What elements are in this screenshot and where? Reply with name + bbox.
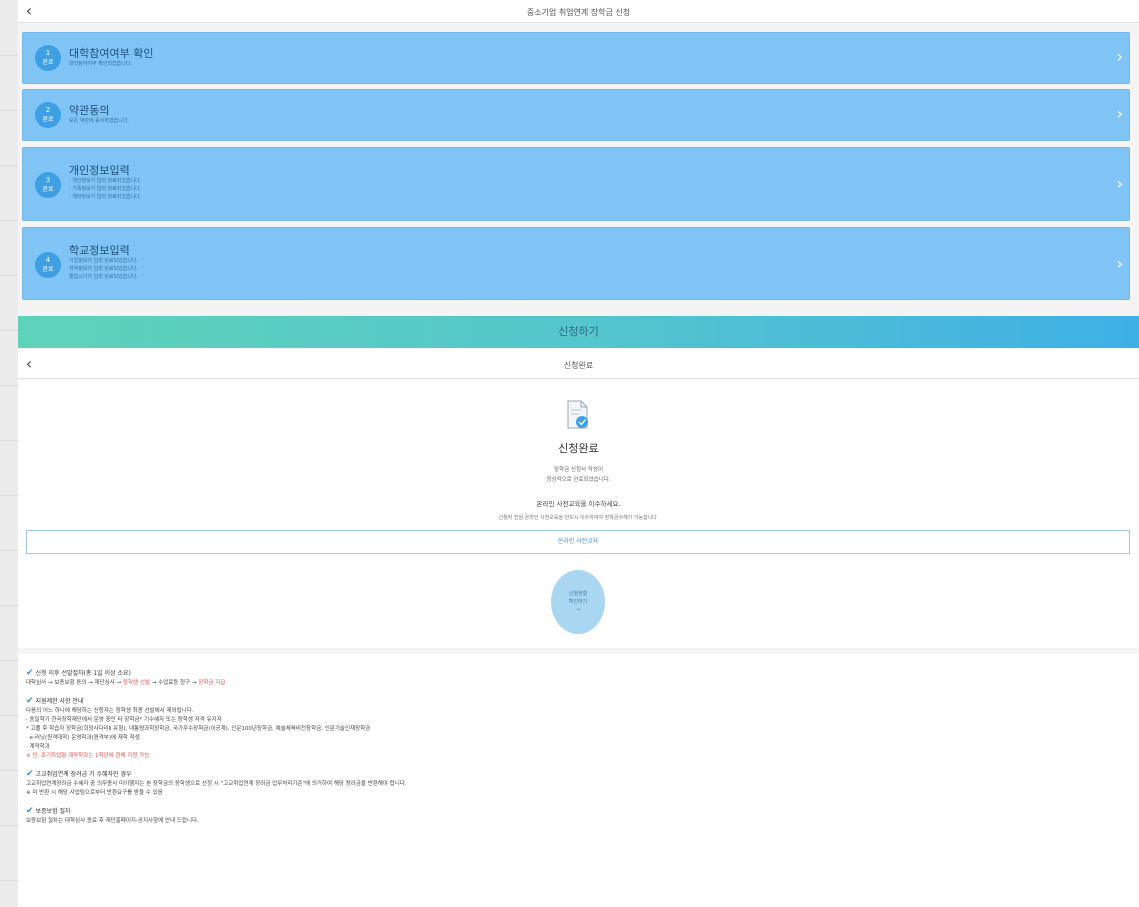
step-subtext: · 개인정보가 입력 완료되었습니다. (69, 178, 142, 184)
step-subtext: 졸업시기가 입력 완료되었습니다. (69, 274, 139, 280)
notice-line: * 고졸 후 학습자 장학금(희망사다리Ⅱ 유형), 대통령과학장학금, 국가우… (26, 726, 371, 732)
notice-line: · 동일학기 한국장학재단에서 운영 중인 타 장학금* 기수혜자 또는 장학생… (26, 717, 222, 723)
completion-desc-1: 장학금 신청서 작성이 (553, 467, 604, 473)
notice-panel: ✔ 신청 이후 선발절차(총 1일 이상 소요) 대학심사 → 보증보험 동의 →… (18, 654, 1139, 907)
chevron-right-icon: › (1116, 174, 1123, 193)
gutter-line (0, 770, 18, 771)
apply-button[interactable]: 신청하기 (18, 316, 1139, 348)
step-title: 개인정보입력 (69, 164, 130, 177)
step-subtext: 모든 약관에 동의하였습니다. (69, 118, 129, 124)
notice-section-restrictions: ✔ 지원제한 사항 안내 다음의 어느 하나에 해당하는 신청자는 장학생 최종 … (26, 696, 1131, 761)
notice-heading: ✔ 고교취업연계 장려금 기 수혜자인 경우 (26, 769, 1131, 780)
step-check-icon: 4 완료 (35, 252, 61, 278)
chevron-right-icon: › (1116, 254, 1123, 273)
notice-heading: ✔ 지원제한 사항 안내 (26, 696, 1131, 707)
process-highlight: 장학생 선발 (122, 680, 150, 686)
process-text: 대학심사 → 보증보험 동의 → 재단심사 → (26, 680, 123, 686)
step-badge: 완료 (42, 186, 54, 193)
step-card-university-check[interactable]: 1 완료 대학참여여부 확인 대학참여여부 확인되었습니다. › (22, 32, 1130, 84)
step-number: 3 (45, 176, 51, 184)
arrow-right-icon: → (575, 607, 581, 613)
notice-heading-text: 보증보험 절차 (35, 808, 71, 815)
edu-notice-sub: 신청자 전원 온라인 사전교육을 반드시 이수하여야 장학금수혜가 가능합니다. (498, 515, 659, 521)
gutter-line (0, 275, 18, 276)
notice-line: 다음의 어느 하나에 해당하는 신청자는 장학생 최종 선발에서 제외됩니다. (26, 708, 194, 714)
notice-line: 보증보험 절차는 대학심사 종료 후 재단홈페이지-공지사항에 안내 드립니다. (26, 818, 199, 824)
step-badge: 완료 (42, 59, 54, 66)
notice-line: · e-러닝(원격대학) 운영학과(원격부)에 재학 학생 (26, 735, 140, 741)
notice-heading-text: 지원제한 사항 안내 (35, 698, 84, 705)
step-number: 2 (45, 106, 51, 114)
completion-header-title: 신청완료 (563, 361, 594, 370)
step-check-icon: 3 완료 (35, 172, 61, 198)
step-number: 1 (45, 49, 51, 57)
step-badge: 완료 (42, 266, 54, 273)
step-subtext: 학적정보가 입력 완료되었습니다. (69, 266, 139, 272)
page-title: 중소기업 취업연계 장학금 신청 (526, 8, 631, 17)
notice-line: ※ 미 반환 시 해당 사업팀으로부터 반환요구를 받을 수 있음 (26, 790, 163, 796)
top-header: ‹ 중소기업 취업연계 장학금 신청 (18, 0, 1139, 23)
process-text: → 수업료등 청구 → (149, 680, 199, 686)
notice-line-highlight: ※ 단, 조기취업형 계약학과는 1학년에 한해 지원 가능 (26, 753, 150, 759)
step-subtext: 대학참여여부 확인되었습니다. (69, 61, 132, 67)
gutter-line (0, 880, 18, 881)
notice-heading: ✔ 보증보험 절차 (26, 806, 1131, 817)
completion-desc-2: 정상적으로 완료되었습니다. (546, 477, 611, 483)
checkmark-icon: ✔ (26, 696, 34, 706)
notice-heading-text: 신청 이후 선발절차(총 1일 이상 소요) (35, 670, 131, 677)
step-card-personal-info[interactable]: 3 완료 개인정보입력 · 개인정보가 입력 완료되었습니다. · 가족정보가 … (22, 147, 1130, 221)
step-subtext: · 계좌정보가 입력 완료되었습니다. (69, 194, 142, 200)
notice-section-highschool: ✔ 고교취업연계 장려금 기 수혜자인 경우 고교취업연계장려금 수혜자 중 의무… (26, 769, 1131, 798)
gutter-line (0, 110, 18, 111)
step-subtext: · 가족정보가 입력 완료되었습니다. (69, 186, 142, 192)
step-title: 학교정보입력 (69, 244, 130, 257)
checkmark-icon: ✔ (26, 668, 34, 678)
gutter-line (0, 495, 18, 496)
notice-section-insurance: ✔ 보증보험 절차 보증보험 절차는 대학심사 종료 후 재단홈페이지-공지사항에… (26, 806, 1131, 826)
checkmark-icon: ✔ (26, 806, 34, 816)
step-subtext: 기업정보가 입력 완료되었습니다. (69, 258, 139, 264)
gutter-line (0, 825, 18, 826)
check-status-label-1: 신청현황 (568, 591, 588, 597)
gutter-line (0, 330, 18, 331)
step-check-icon: 1 완료 (35, 45, 61, 71)
notice-line: · 계약학과 (26, 744, 50, 750)
gutter-line (0, 220, 18, 221)
notice-section-process: ✔ 신청 이후 선발절차(총 1일 이상 소요) 대학심사 → 보증보험 동의 →… (26, 668, 1131, 688)
chevron-right-icon: › (1116, 47, 1123, 66)
gutter-line (0, 550, 18, 551)
completion-panel: 신청완료 장학금 신청서 작성이 정상적으로 완료되었습니다. 온라인 사전교육… (18, 380, 1139, 648)
notice-heading-text: 고교취업연계 장려금 기 수혜자인 경우 (35, 771, 132, 778)
check-status-label-2: 확인하기 (568, 599, 588, 605)
check-status-button[interactable]: 신청현황 확인하기 → (551, 570, 605, 634)
checkmark-icon: ✔ (26, 769, 34, 779)
notice-line: 고교취업연계장려금 수혜자 중 의무종사 미이행자는 본 장학금의 장학생으로 … (26, 781, 407, 787)
app-frame: ‹ 중소기업 취업연계 장학금 신청 1 완료 대학참여여부 확인 대학참여여부… (18, 0, 1139, 907)
gutter-line (0, 165, 18, 166)
step-badge: 완료 (42, 116, 54, 123)
step-title: 약관동의 (69, 104, 110, 117)
edu-notice: 온라인 사전교육을 이수하세요. (536, 500, 621, 508)
completion-header: ‹ 신청완료 (18, 349, 1139, 379)
document-check-icon (567, 400, 588, 429)
gutter-line (0, 660, 18, 661)
step-title: 대학참여여부 확인 (69, 47, 154, 60)
process-line: 대학심사 → 보증보험 동의 → 재단심사 → 장학생 선발 → 수업료등 청구… (26, 679, 1131, 688)
process-highlight: 장학금 지급 (198, 680, 226, 686)
gutter-line (0, 385, 18, 386)
notice-heading: ✔ 신청 이후 선발절차(총 1일 이상 소요) (26, 668, 1131, 679)
gutter-line (0, 55, 18, 56)
step-card-terms[interactable]: 2 완료 약관동의 모든 약관에 동의하였습니다. › (22, 89, 1130, 141)
step-number: 4 (45, 256, 51, 264)
gutter-line (0, 715, 18, 716)
gutter-line (0, 440, 18, 441)
gutter-line (0, 605, 18, 606)
completion-title: 신청완료 (558, 442, 599, 455)
step-check-icon: 2 완료 (35, 102, 61, 128)
online-education-button[interactable]: 온라인 사전교육 (26, 530, 1130, 554)
chevron-right-icon: › (1116, 104, 1123, 123)
step-card-school-info[interactable]: 4 완료 학교정보입력 기업정보가 입력 완료되었습니다. 학적정보가 입력 완… (22, 227, 1130, 300)
